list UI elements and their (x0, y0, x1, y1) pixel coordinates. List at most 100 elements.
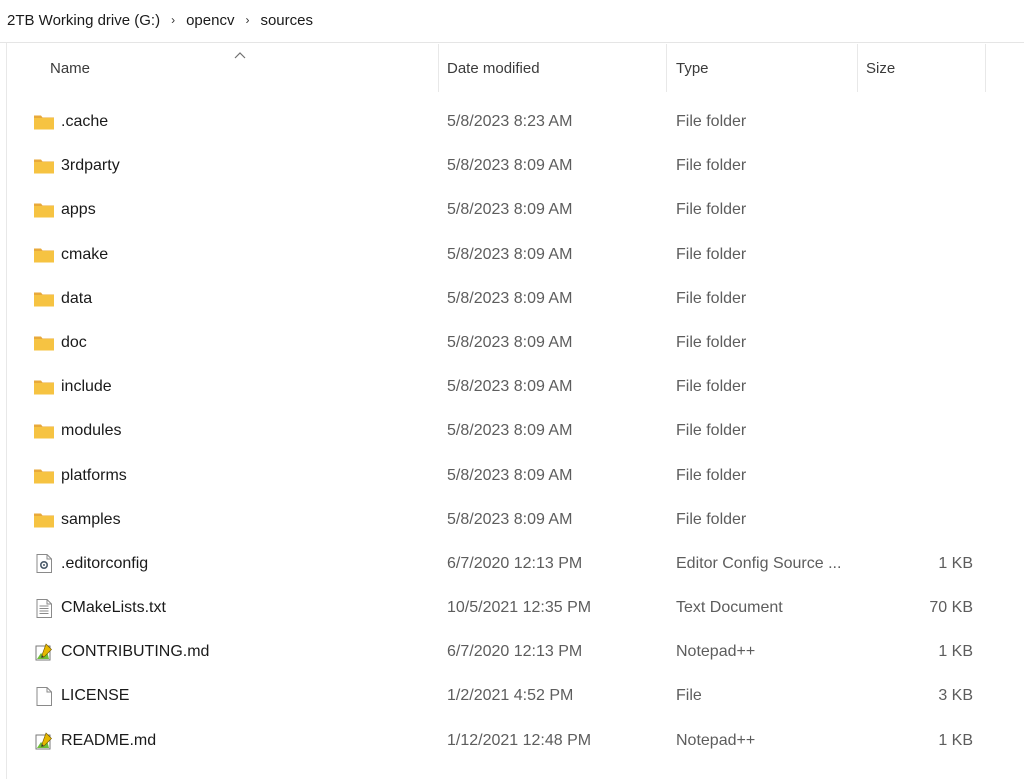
file-name-cell[interactable]: doc (34, 321, 434, 365)
breadcrumb-item-opencv[interactable]: opencv (186, 10, 234, 31)
text-file-icon (34, 598, 54, 618)
file-type: File folder (676, 157, 747, 175)
file-row[interactable]: apps 5/8/2023 8:09 AM File folder (0, 188, 1024, 232)
file-date-modified: 1/2/2021 4:52 PM (447, 687, 574, 705)
file-name-cell[interactable]: platforms (34, 454, 434, 498)
blank-file-icon (34, 686, 54, 706)
breadcrumb-item-sources[interactable]: sources (260, 10, 313, 31)
file-type: File folder (676, 510, 747, 528)
file-name-cell[interactable]: .cache (34, 100, 434, 144)
file-name-cell[interactable]: README.md (34, 719, 434, 763)
folder-icon (34, 245, 54, 265)
file-name-cell[interactable]: .editorconfig (34, 542, 434, 586)
file-date-modified: 5/8/2023 8:09 AM (447, 333, 573, 351)
file-type: File folder (676, 333, 747, 351)
folder-icon (34, 289, 54, 309)
file-date-modified: 10/5/2021 12:35 PM (447, 599, 592, 617)
file-name: cmake (61, 245, 109, 263)
folder-icon (34, 377, 54, 397)
file-row[interactable]: README.md 1/12/2021 12:48 PM Notepad++ 1 KB (0, 719, 1024, 763)
file-name: 3rdparty (61, 157, 120, 175)
file-row[interactable]: modules 5/8/2023 8:09 AM File folder (0, 409, 1024, 453)
column-header-date-modified[interactable]: Date modified (438, 43, 666, 93)
file-name-cell[interactable]: include (34, 365, 434, 409)
file-name: README.md (61, 731, 157, 749)
folder-icon (34, 510, 54, 530)
file-size: 1 KB (938, 554, 973, 572)
file-size (860, 321, 973, 365)
notepadpp-file-icon (34, 642, 54, 662)
file-row[interactable]: doc 5/8/2023 8:09 AM File folder (0, 321, 1024, 365)
notepadpp-file-icon (34, 731, 54, 751)
file-date-modified: 5/8/2023 8:23 AM (447, 113, 573, 130)
file-list: .cache 5/8/2023 8:23 AM File folder 3rdpar… (0, 100, 1024, 763)
file-row[interactable]: 3rdparty 5/8/2023 8:09 AM File folder (0, 144, 1024, 188)
file-date-modified: 5/8/2023 8:09 AM (447, 466, 573, 484)
file-name-cell[interactable]: samples (34, 498, 434, 542)
file-date-modified: 6/7/2020 12:13 PM (447, 643, 583, 661)
file-type: File folder (676, 466, 747, 484)
file-row[interactable]: CMakeLists.txt 10/5/2021 12:35 PM Text Doc… (0, 586, 1024, 630)
chevron-right-icon: › (245, 13, 250, 27)
file-type: File folder (676, 378, 747, 396)
file-size (860, 277, 973, 321)
file-type: File folder (676, 245, 747, 263)
file-name-cell[interactable]: cmake (34, 233, 434, 277)
file-type: Editor Config Source ... (676, 554, 842, 572)
file-date-modified: 5/8/2023 8:09 AM (447, 510, 573, 528)
file-row[interactable]: samples 5/8/2023 8:09 AM File folder (0, 498, 1024, 542)
file-row[interactable]: .cache 5/8/2023 8:23 AM File folder (0, 100, 1024, 144)
breadcrumb: 2TB Working drive (G:) › opencv › source… (0, 0, 1024, 40)
file-date-modified: 5/8/2023 8:09 AM (447, 422, 573, 440)
file-row[interactable]: LICENSE 1/2/2021 4:52 PM File 3 KB (0, 674, 1024, 718)
file-date-modified: 5/8/2023 8:09 AM (447, 157, 573, 175)
file-size (860, 409, 973, 453)
column-header-name[interactable]: Name (38, 43, 438, 93)
file-date-modified: 5/8/2023 8:09 AM (447, 245, 573, 263)
file-name: .editorconfig (61, 554, 149, 572)
file-type: File (676, 687, 702, 705)
file-size (860, 144, 973, 188)
config-file-icon (34, 554, 54, 574)
file-name-cell[interactable]: data (34, 277, 434, 321)
file-name-cell[interactable]: CMakeLists.txt (34, 586, 434, 630)
file-name: CONTRIBUTING.md (61, 643, 210, 661)
file-name-cell[interactable]: 3rdparty (34, 144, 434, 188)
file-row[interactable]: CONTRIBUTING.md 6/7/2020 12:13 PM Notepad+… (0, 630, 1024, 674)
file-size: 70 KB (929, 599, 973, 617)
column-header-type[interactable]: Type (666, 43, 857, 93)
chevron-right-icon: › (171, 13, 176, 27)
file-type: Notepad++ (676, 643, 756, 661)
file-type: Text Document (676, 599, 783, 617)
file-name-cell[interactable]: apps (34, 188, 434, 232)
file-name: data (61, 289, 93, 307)
file-size (860, 498, 973, 542)
file-type: File folder (676, 113, 747, 130)
file-name: platforms (61, 466, 127, 484)
file-type: Notepad++ (676, 731, 756, 749)
folder-icon (34, 466, 54, 486)
file-size (860, 454, 973, 498)
file-size (860, 100, 973, 144)
folder-icon (34, 156, 54, 176)
file-date-modified: 5/8/2023 8:09 AM (447, 378, 573, 396)
file-size (860, 365, 973, 409)
column-divider[interactable] (985, 44, 986, 92)
file-name: apps (61, 201, 96, 219)
file-row[interactable]: data 5/8/2023 8:09 AM File folder (0, 277, 1024, 321)
file-size: 1 KB (938, 643, 973, 661)
file-row[interactable]: .editorconfig 6/7/2020 12:13 PM Editor Con… (0, 542, 1024, 586)
file-name-cell[interactable]: LICENSE (34, 674, 434, 718)
breadcrumb-item-drive[interactable]: 2TB Working drive (G:) (7, 10, 160, 31)
file-row[interactable]: include 5/8/2023 8:09 AM File folder (0, 365, 1024, 409)
file-name-cell[interactable]: modules (34, 409, 434, 453)
file-date-modified: 5/8/2023 8:09 AM (447, 201, 573, 219)
file-type: File folder (676, 289, 747, 307)
folder-icon (34, 421, 54, 441)
file-row[interactable]: platforms 5/8/2023 8:09 AM File folder (0, 454, 1024, 498)
file-name-cell[interactable]: CONTRIBUTING.md (34, 630, 434, 674)
file-size (860, 233, 973, 277)
file-name: modules (61, 422, 122, 440)
column-header-size[interactable]: Size (857, 43, 985, 93)
file-row[interactable]: cmake 5/8/2023 8:09 AM File folder (0, 233, 1024, 277)
